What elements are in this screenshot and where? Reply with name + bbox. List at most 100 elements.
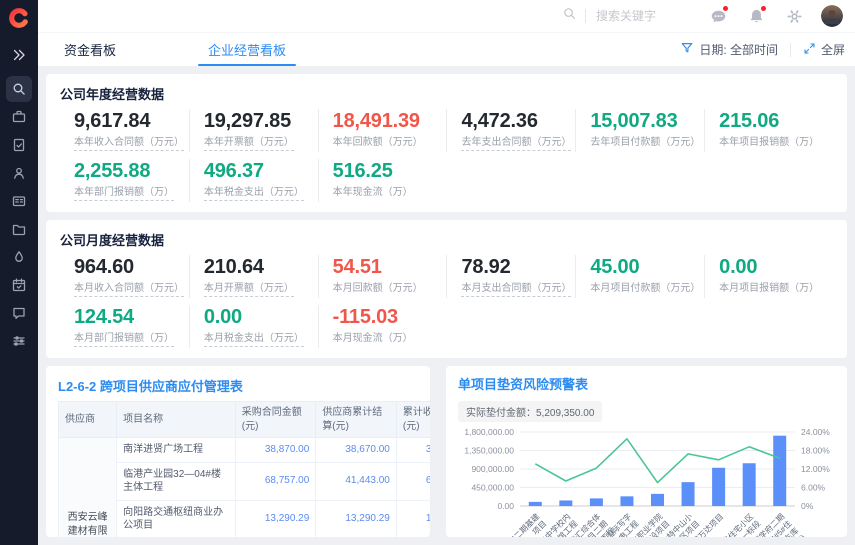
kpi-item: 210.64本月开票额（万元） (189, 255, 318, 298)
table-header-cell: 累计收票金额 (元) (396, 402, 430, 438)
svg-text:0.00: 0.00 (497, 501, 514, 511)
id-card-icon[interactable] (6, 188, 32, 214)
amount-link-cell[interactable]: 13,290.29 (316, 500, 397, 537)
search-icon[interactable] (562, 6, 577, 26)
amount-link-cell[interactable]: 38,870.00 (235, 438, 316, 463)
filter-funnel-icon (680, 41, 694, 58)
table-header-cell: 项目名称 (117, 402, 236, 438)
kpi-label: 去年项目付款额（万元） (590, 137, 700, 149)
kpi-value: 4,472.36 (461, 110, 571, 132)
folder-icon[interactable] (6, 216, 32, 242)
kpi-value: 2,255.88 (74, 160, 185, 182)
search-icon[interactable] (6, 76, 32, 102)
sliders-icon[interactable] (6, 328, 32, 354)
tab-fund-dashboard[interactable]: 资金看板 (46, 33, 134, 66)
svg-text:18.00%: 18.00% (801, 446, 830, 456)
calendar-check-icon[interactable] (6, 272, 32, 298)
table-title: L2-6-2 跨项目供应商应付管理表 (58, 376, 430, 395)
kpi-item: 15,007.83去年项目付款额（万元） (575, 109, 704, 152)
briefcase-icon[interactable] (6, 104, 32, 130)
supplier-payable-table: 供应商项目名称采购合同金额 (元)供应商累计结 算(元)累计收票金额 (元)累计… (58, 401, 430, 537)
toolbar-divider (790, 43, 791, 57)
bar (682, 482, 695, 506)
kpi-label: 本月回款额（万元） (333, 283, 423, 295)
notification-dot (723, 6, 728, 11)
kpi-label[interactable]: 本年部门报销额（万） (74, 187, 174, 201)
kpi-label[interactable]: 本月部门报销额（万） (74, 333, 174, 347)
kpi-empty (704, 159, 833, 202)
tab-toolbar: 日期: 全部时间 全屏 (680, 33, 855, 66)
amount-link-cell[interactable]: 41,443.00 (316, 462, 397, 500)
bell-icon[interactable] (747, 7, 765, 25)
kpi-label[interactable]: 本年税金支出（万元） (204, 187, 304, 201)
kpi-item: 4,472.36 去年支出合同额（万元） (446, 109, 575, 152)
svg-text:900,000.00: 900,000.00 (471, 464, 514, 474)
dashboard-app: 资金看板 企业经营看板 日期: 全部时间 全屏 (0, 0, 855, 545)
bar (743, 463, 756, 506)
fullscreen-button[interactable]: 全屏 (803, 41, 845, 58)
kpi-value: 964.60 (74, 256, 185, 278)
kpi-empty (575, 159, 704, 202)
tab-enterprise-dashboard[interactable]: 企业经营看板 (190, 33, 304, 66)
bar (773, 436, 786, 506)
kpi-label: 本年现金流（万） (333, 187, 413, 199)
kpi-item: 0.00本月税金支出（万元） (189, 305, 318, 348)
global-search (562, 6, 689, 26)
amount-link-cell[interactable]: 68,757.00 (235, 462, 316, 500)
kpi-item: 215.06本年项目报销额（万） (704, 109, 833, 152)
kpi-value: 78.92 (461, 256, 571, 278)
settings-gear-icon[interactable] (785, 7, 803, 25)
project-name-cell: 向阳路交通枢纽商业办公项目 (117, 500, 236, 537)
kpi-item: 2,255.88 本年部门报销额（万） (60, 159, 189, 202)
app-logo-icon[interactable] (7, 6, 31, 30)
supplier-cell: 西安云峰建材有限公司 (59, 438, 117, 538)
kpi-item: 54.51本月回款额（万元） (318, 255, 447, 298)
double-chevron-right-icon[interactable] (6, 42, 32, 68)
svg-text:450,000.00: 450,000.00 (471, 483, 514, 493)
search-input[interactable] (594, 8, 689, 24)
monthly-data-card: 公司月度经营数据 964.60 本月收入合同额（万元） 210.64本月开票额（万元… (46, 220, 847, 358)
bar (590, 498, 603, 506)
table-header-cell: 供应商累计结 算(元) (316, 402, 397, 438)
monthly-kpi-grid: 964.60 本月收入合同额（万元） 210.64本月开票额（万元）54.51本月回… (60, 255, 833, 348)
kpi-label[interactable]: 本月税金支出（万元） (204, 333, 304, 347)
table-header-row: 供应商项目名称采购合同金额 (元)供应商累计结 算(元)累计收票金额 (元)累计… (59, 402, 431, 438)
kpi-value: 496.37 (204, 160, 314, 182)
amount-link-cell[interactable]: 38,670.00 (316, 438, 397, 463)
chat-icon[interactable] (6, 300, 32, 326)
kpi-value: 9,617.84 (74, 110, 185, 132)
svg-text:1,350,000.00: 1,350,000.00 (464, 446, 514, 456)
supplier-table-body: 西安云峰建材有限公司南洋进贤广场工程38,870.0038,670.0038,6… (59, 438, 431, 538)
kpi-label[interactable]: 去年支出合同额（万元） (461, 137, 571, 151)
user-avatar[interactable] (821, 5, 843, 27)
kpi-item: 124.54 本月部门报销额（万） (60, 305, 189, 348)
sidebar-icons (6, 42, 32, 356)
project-name-cell: 南洋进贤广场工程 (117, 438, 236, 463)
kpi-empty (704, 305, 833, 348)
svg-text:12.00%: 12.00% (801, 464, 830, 474)
kpi-label[interactable]: 本月支出合同额（万元） (461, 283, 571, 297)
table-header-cell: 采购合同金额 (元) (235, 402, 316, 438)
project-name-cell: 临港产业园32—04#楼主体工程 (117, 462, 236, 500)
user-icon[interactable] (6, 160, 32, 186)
droplet-icon[interactable] (6, 244, 32, 270)
card-title: 公司月度经营数据 (60, 230, 833, 249)
date-filter-button[interactable]: 日期: 全部时间 (680, 41, 778, 58)
kpi-value: 124.54 (74, 306, 185, 328)
bottom-row: L2-6-2 跨项目供应商应付管理表 供应商项目名称采购合同金额 (元)供应商累… (46, 366, 847, 537)
kpi-label[interactable]: 本年开票额（万元） (204, 137, 294, 151)
amount-link-cell[interactable]: 13,290.29 (396, 500, 430, 537)
kpi-label[interactable]: 本年收入合同额（万元） (74, 137, 184, 151)
document-check-icon[interactable] (6, 132, 32, 158)
amount-link-cell[interactable]: 38,670.00 (396, 438, 430, 463)
kpi-value: 18,491.39 (333, 110, 443, 132)
table-header-cell: 供应商 (59, 402, 117, 438)
messages-icon[interactable] (709, 7, 727, 25)
amount-link-cell[interactable]: 68,757.00 (396, 462, 430, 500)
kpi-value: 215.06 (719, 110, 829, 132)
bar (620, 496, 633, 506)
kpi-label[interactable]: 本月开票额（万元） (204, 283, 294, 297)
amount-link-cell[interactable]: 13,290.29 (235, 500, 316, 537)
kpi-item: 18,491.39本年回款额（万元） (318, 109, 447, 152)
kpi-label[interactable]: 本月收入合同额（万元） (74, 283, 184, 297)
